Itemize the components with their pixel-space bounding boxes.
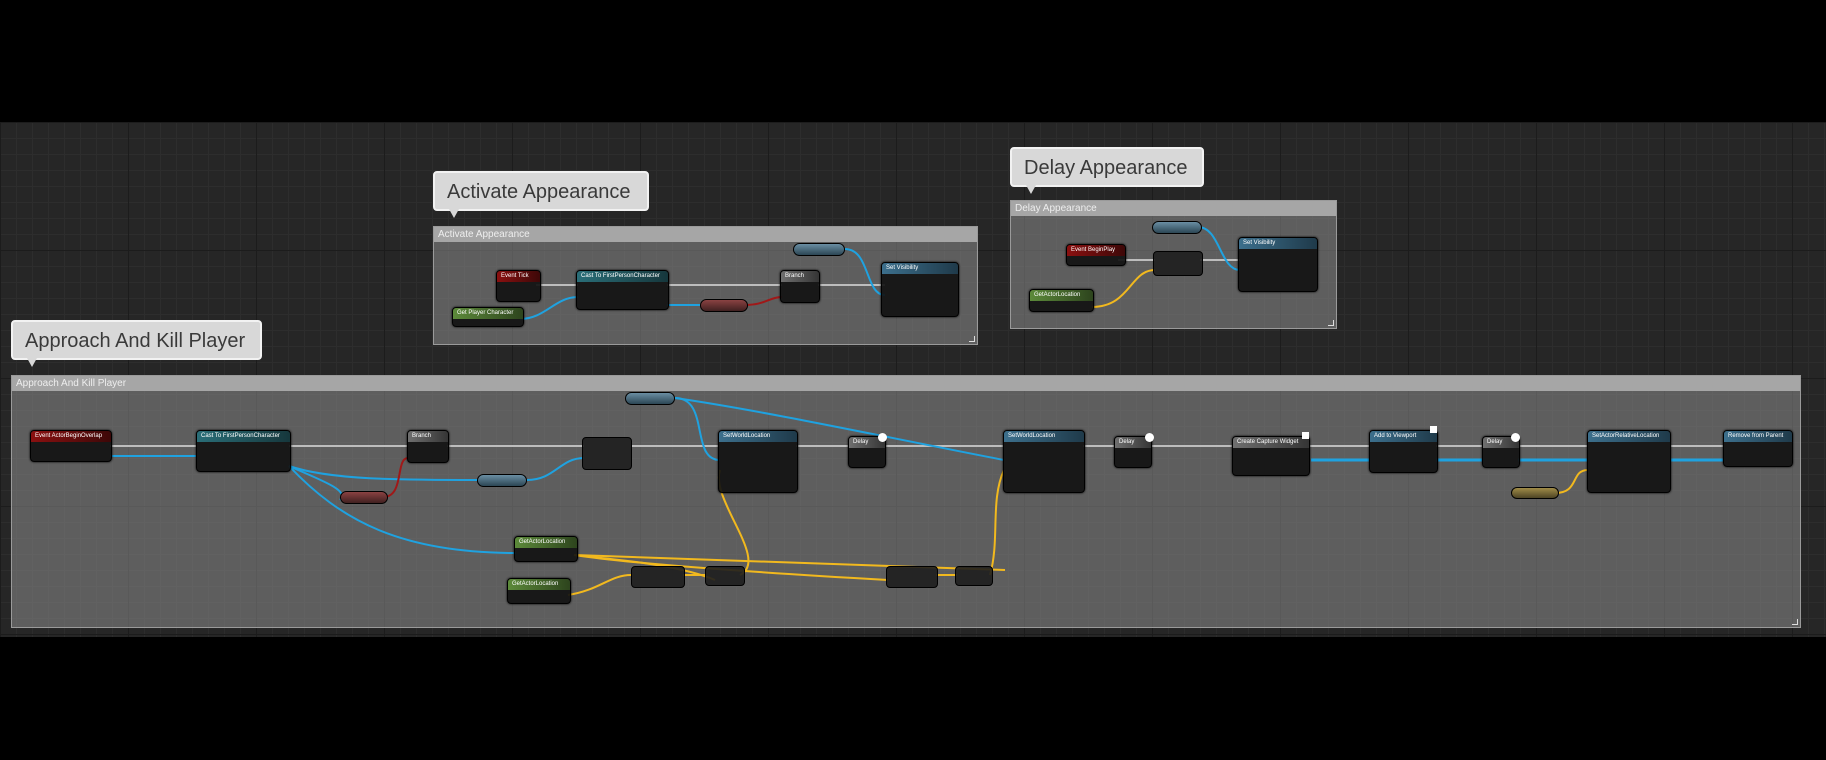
comment-bubble-activate-appearance[interactable]: Activate Appearance	[433, 171, 649, 218]
get-actor-location-node[interactable]: GetActorLocation	[514, 536, 578, 562]
node-title: Cast To FirstPersonCharacter	[197, 431, 290, 442]
node-title: Branch	[781, 271, 819, 282]
node-title: GetActorLocation	[515, 537, 577, 548]
get-player-character-node[interactable]: Get Player Character	[452, 307, 524, 327]
event-tick-node[interactable]: Event Tick	[496, 270, 541, 302]
widget-icon	[1430, 426, 1437, 433]
resize-handle[interactable]	[969, 336, 975, 342]
comment-header: Approach And Kill Player	[12, 376, 1800, 391]
comment-bubble-delay-appearance[interactable]: Delay Appearance	[1010, 147, 1204, 194]
node-title: Set Visibility	[882, 263, 958, 274]
node-title: Get Player Character	[453, 308, 523, 319]
vector-math-node[interactable]	[955, 566, 993, 586]
bool-variable-node[interactable]	[700, 299, 748, 312]
clock-icon	[1511, 433, 1520, 442]
object-variable-node[interactable]	[625, 392, 675, 405]
object-variable-node[interactable]	[1152, 221, 1202, 234]
resize-handle[interactable]	[1792, 619, 1798, 625]
remove-from-parent-node[interactable]: Remove from Parent	[1723, 430, 1793, 467]
add-to-viewport-node[interactable]: Add to Viewport	[1369, 430, 1438, 473]
branch-node[interactable]: Branch	[780, 270, 820, 303]
vector-math-node[interactable]	[886, 566, 938, 588]
comment-bubble-approach-and-kill[interactable]: Approach And Kill Player	[11, 320, 262, 367]
widget-icon	[1302, 432, 1309, 439]
clock-icon	[1145, 433, 1154, 442]
get-actor-location-node[interactable]: GetActorLocation	[1029, 289, 1094, 312]
get-actor-location-node[interactable]: GetActorLocation	[507, 578, 571, 604]
vector-math-node[interactable]	[705, 566, 745, 586]
set-actor-relative-location-node[interactable]: SetActorRelativeLocation	[1587, 430, 1671, 493]
node-title: Create Capture Widget	[1233, 437, 1309, 448]
node-title: SetWorldLocation	[1004, 431, 1084, 442]
node-title: GetActorLocation	[508, 579, 570, 590]
comment-box-approach-and-kill[interactable]: Approach And Kill Player	[11, 375, 1801, 628]
node-title: Event Tick	[497, 271, 540, 282]
node-title: SetWorldLocation	[719, 431, 797, 442]
node-title: Add to Viewport	[1370, 431, 1437, 442]
event-beginplay-node[interactable]: Event BeginPlay	[1066, 244, 1126, 266]
vector-math-node[interactable]	[631, 566, 685, 588]
node-title: SetActorRelativeLocation	[1588, 431, 1670, 442]
actor-begin-overlap-node[interactable]: Event ActorBeginOverlap	[30, 430, 112, 462]
resize-handle[interactable]	[1328, 320, 1334, 326]
vector-variable-node[interactable]	[1511, 487, 1559, 499]
vector-compare-node[interactable]	[582, 437, 632, 470]
node-title: Cast To FirstPersonCharacter	[577, 271, 668, 282]
object-variable-node[interactable]	[793, 243, 845, 256]
object-variable-node[interactable]	[477, 474, 527, 487]
vector-compare-node[interactable]	[1153, 251, 1203, 276]
comment-header: Delay Appearance	[1011, 201, 1336, 216]
node-title: Event BeginPlay	[1067, 245, 1125, 256]
clock-icon	[878, 433, 887, 442]
node-title: GetActorLocation	[1030, 290, 1093, 301]
node-title: Branch	[408, 431, 448, 442]
node-title: Set Visibility	[1239, 238, 1317, 249]
set-world-location-node[interactable]: SetWorldLocation	[718, 430, 798, 493]
set-visibility-node[interactable]: Set Visibility	[1238, 237, 1318, 292]
set-world-location-node[interactable]: SetWorldLocation	[1003, 430, 1085, 493]
comment-header: Activate Appearance	[434, 227, 977, 242]
bool-variable-node[interactable]	[340, 491, 388, 504]
branch-node[interactable]: Branch	[407, 430, 449, 463]
set-visibility-node[interactable]: Set Visibility	[881, 262, 959, 317]
create-widget-node[interactable]: Create Capture Widget	[1232, 436, 1310, 476]
node-title: Event ActorBeginOverlap	[31, 431, 111, 442]
cast-to-first-person-node[interactable]: Cast To FirstPersonCharacter	[196, 430, 291, 472]
node-title: Remove from Parent	[1724, 431, 1792, 442]
cast-to-first-person-node[interactable]: Cast To FirstPersonCharacter	[576, 270, 669, 310]
